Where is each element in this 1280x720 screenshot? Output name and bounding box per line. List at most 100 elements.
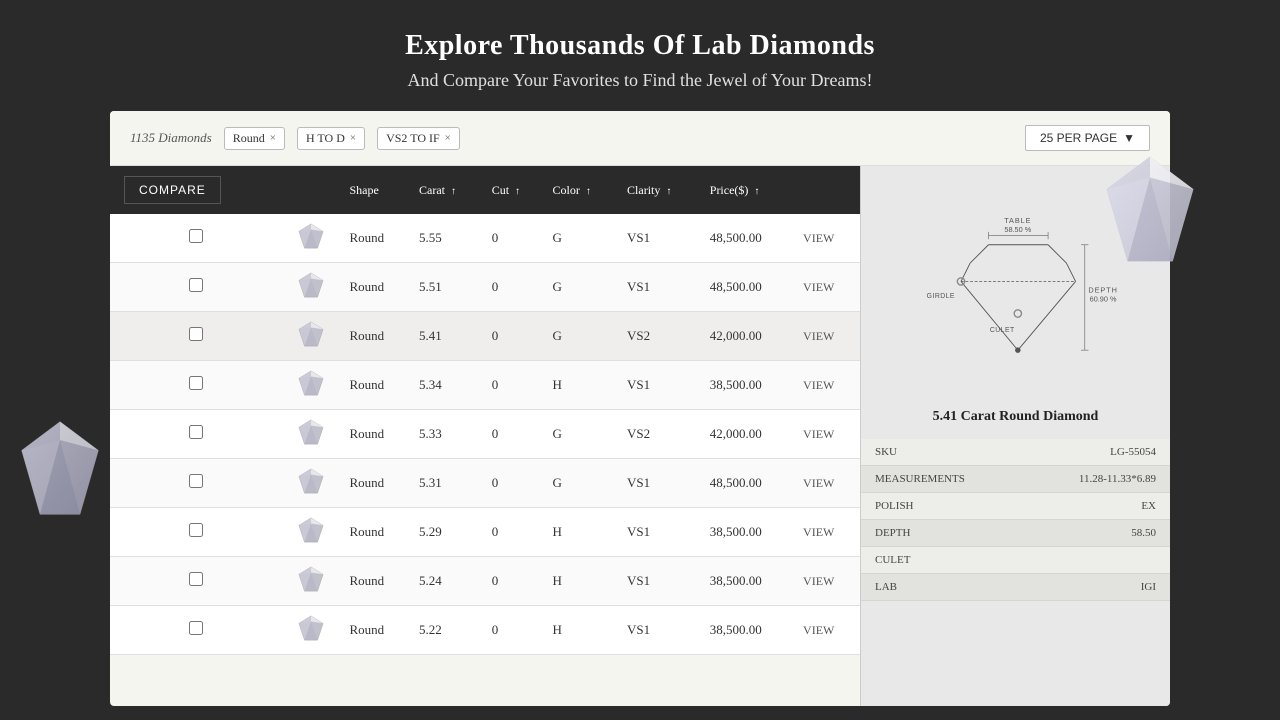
row-shape: Round bbox=[342, 263, 412, 312]
diamonds-table: COMPARE Shape Carat ↑ Cut ↑ Color ↑ Clar… bbox=[110, 166, 860, 655]
row-color: G bbox=[545, 214, 620, 263]
view-button[interactable]: VIEW bbox=[803, 280, 834, 294]
deco-diamond-left bbox=[20, 420, 100, 515]
shape-header[interactable]: Shape bbox=[342, 166, 412, 214]
table-row: Round 5.31 0 G VS1 48,500.00 VIEW bbox=[110, 459, 860, 508]
row-image-cell bbox=[281, 214, 341, 263]
spec-row: SKU LG-55054 bbox=[861, 439, 1170, 466]
spec-value: 58.50 bbox=[1024, 520, 1170, 547]
price-header[interactable]: Price($) ↑ bbox=[702, 166, 795, 214]
row-checkbox[interactable] bbox=[189, 425, 203, 439]
detail-diagram: TABLE 58.50 % DEPTH 60.90 % GIRDLE CULET bbox=[861, 166, 1170, 401]
row-cut: 0 bbox=[484, 263, 545, 312]
spec-row: LAB IGI bbox=[861, 574, 1170, 601]
svg-text:60.90 %: 60.90 % bbox=[1089, 295, 1116, 304]
diamond-thumbnail bbox=[297, 467, 325, 495]
spec-row: DEPTH 58.50 bbox=[861, 520, 1170, 547]
row-checkbox[interactable] bbox=[189, 278, 203, 292]
row-color: H bbox=[545, 557, 620, 606]
filter-tag-clarity[interactable]: VS2 TO IF × bbox=[377, 127, 460, 150]
table-row: Round 5.29 0 H VS1 38,500.00 VIEW bbox=[110, 508, 860, 557]
carat-header[interactable]: Carat ↑ bbox=[411, 166, 484, 214]
row-price: 38,500.00 bbox=[702, 361, 795, 410]
diamond-thumbnail bbox=[297, 516, 325, 544]
row-checkbox[interactable] bbox=[189, 327, 203, 341]
spec-row: MEASUREMENTS 11.28-11.33*6.89 bbox=[861, 466, 1170, 493]
view-button[interactable]: VIEW bbox=[803, 476, 834, 490]
row-shape: Round bbox=[342, 214, 412, 263]
filter-remove-round[interactable]: × bbox=[270, 132, 276, 144]
filter-remove-color[interactable]: × bbox=[350, 132, 356, 144]
view-button[interactable]: VIEW bbox=[803, 378, 834, 392]
cut-header[interactable]: Cut ↑ bbox=[484, 166, 545, 214]
row-checkbox[interactable] bbox=[189, 474, 203, 488]
row-view-cell: VIEW bbox=[795, 508, 860, 557]
row-price: 38,500.00 bbox=[702, 606, 795, 655]
row-clarity: VS1 bbox=[619, 459, 702, 508]
image-header bbox=[281, 166, 341, 214]
row-checkbox[interactable] bbox=[189, 376, 203, 390]
spec-value: EX bbox=[1024, 493, 1170, 520]
hero-section: Explore Thousands Of Lab Diamonds And Co… bbox=[0, 0, 1280, 111]
row-color: G bbox=[545, 410, 620, 459]
diamond-thumbnail bbox=[297, 369, 325, 397]
diamond-thumbnail bbox=[297, 565, 325, 593]
spec-value bbox=[1024, 547, 1170, 574]
cut-sort-icon: ↑ bbox=[515, 186, 520, 197]
row-carat: 5.29 bbox=[411, 508, 484, 557]
row-price: 42,000.00 bbox=[702, 410, 795, 459]
spec-label: POLISH bbox=[861, 493, 1024, 520]
row-cut: 0 bbox=[484, 459, 545, 508]
row-image-cell bbox=[281, 263, 341, 312]
row-color: G bbox=[545, 263, 620, 312]
row-view-cell: VIEW bbox=[795, 214, 860, 263]
diamond-thumbnail bbox=[297, 222, 325, 250]
table-row: Round 5.55 0 G VS1 48,500.00 VIEW bbox=[110, 214, 860, 263]
filter-tag-round[interactable]: Round × bbox=[224, 127, 285, 150]
compare-button[interactable]: COMPARE bbox=[124, 176, 221, 204]
row-clarity: VS1 bbox=[619, 214, 702, 263]
row-checkbox-cell bbox=[110, 361, 281, 410]
row-carat: 5.55 bbox=[411, 214, 484, 263]
spec-value: LG-55054 bbox=[1024, 439, 1170, 466]
row-view-cell: VIEW bbox=[795, 557, 860, 606]
row-price: 42,000.00 bbox=[702, 312, 795, 361]
row-image-cell bbox=[281, 606, 341, 655]
spec-label: DEPTH bbox=[861, 520, 1024, 547]
row-color: H bbox=[545, 508, 620, 557]
row-checkbox[interactable] bbox=[189, 229, 203, 243]
clarity-header[interactable]: Clarity ↑ bbox=[619, 166, 702, 214]
spec-row: POLISH EX bbox=[861, 493, 1170, 520]
view-button[interactable]: VIEW bbox=[803, 525, 834, 539]
filter-remove-clarity[interactable]: × bbox=[445, 132, 451, 144]
row-price: 48,500.00 bbox=[702, 214, 795, 263]
row-price: 38,500.00 bbox=[702, 557, 795, 606]
row-view-cell: VIEW bbox=[795, 361, 860, 410]
per-page-selector[interactable]: 25 PER PAGE ▼ bbox=[1025, 125, 1150, 151]
color-header[interactable]: Color ↑ bbox=[545, 166, 620, 214]
row-clarity: VS1 bbox=[619, 606, 702, 655]
row-checkbox[interactable] bbox=[189, 523, 203, 537]
spec-label: MEASUREMENTS bbox=[861, 466, 1024, 493]
row-checkbox-cell bbox=[110, 557, 281, 606]
view-button[interactable]: VIEW bbox=[803, 231, 834, 245]
view-button[interactable]: VIEW bbox=[803, 623, 834, 637]
table-row: Round 5.22 0 H VS1 38,500.00 VIEW bbox=[110, 606, 860, 655]
clarity-sort-icon: ↑ bbox=[666, 186, 671, 197]
row-checkbox-cell bbox=[110, 410, 281, 459]
row-checkbox[interactable] bbox=[189, 572, 203, 586]
spec-label: LAB bbox=[861, 574, 1024, 601]
filter-tag-color[interactable]: H TO D × bbox=[297, 127, 365, 150]
row-checkbox[interactable] bbox=[189, 621, 203, 635]
row-carat: 5.31 bbox=[411, 459, 484, 508]
row-carat: 5.33 bbox=[411, 410, 484, 459]
row-shape: Round bbox=[342, 508, 412, 557]
view-button[interactable]: VIEW bbox=[803, 427, 834, 441]
view-button[interactable]: VIEW bbox=[803, 329, 834, 343]
spec-value: 11.28-11.33*6.89 bbox=[1024, 466, 1170, 493]
compare-header: COMPARE bbox=[110, 166, 281, 214]
row-color: G bbox=[545, 312, 620, 361]
row-color: H bbox=[545, 361, 620, 410]
row-cut: 0 bbox=[484, 214, 545, 263]
view-button[interactable]: VIEW bbox=[803, 574, 834, 588]
